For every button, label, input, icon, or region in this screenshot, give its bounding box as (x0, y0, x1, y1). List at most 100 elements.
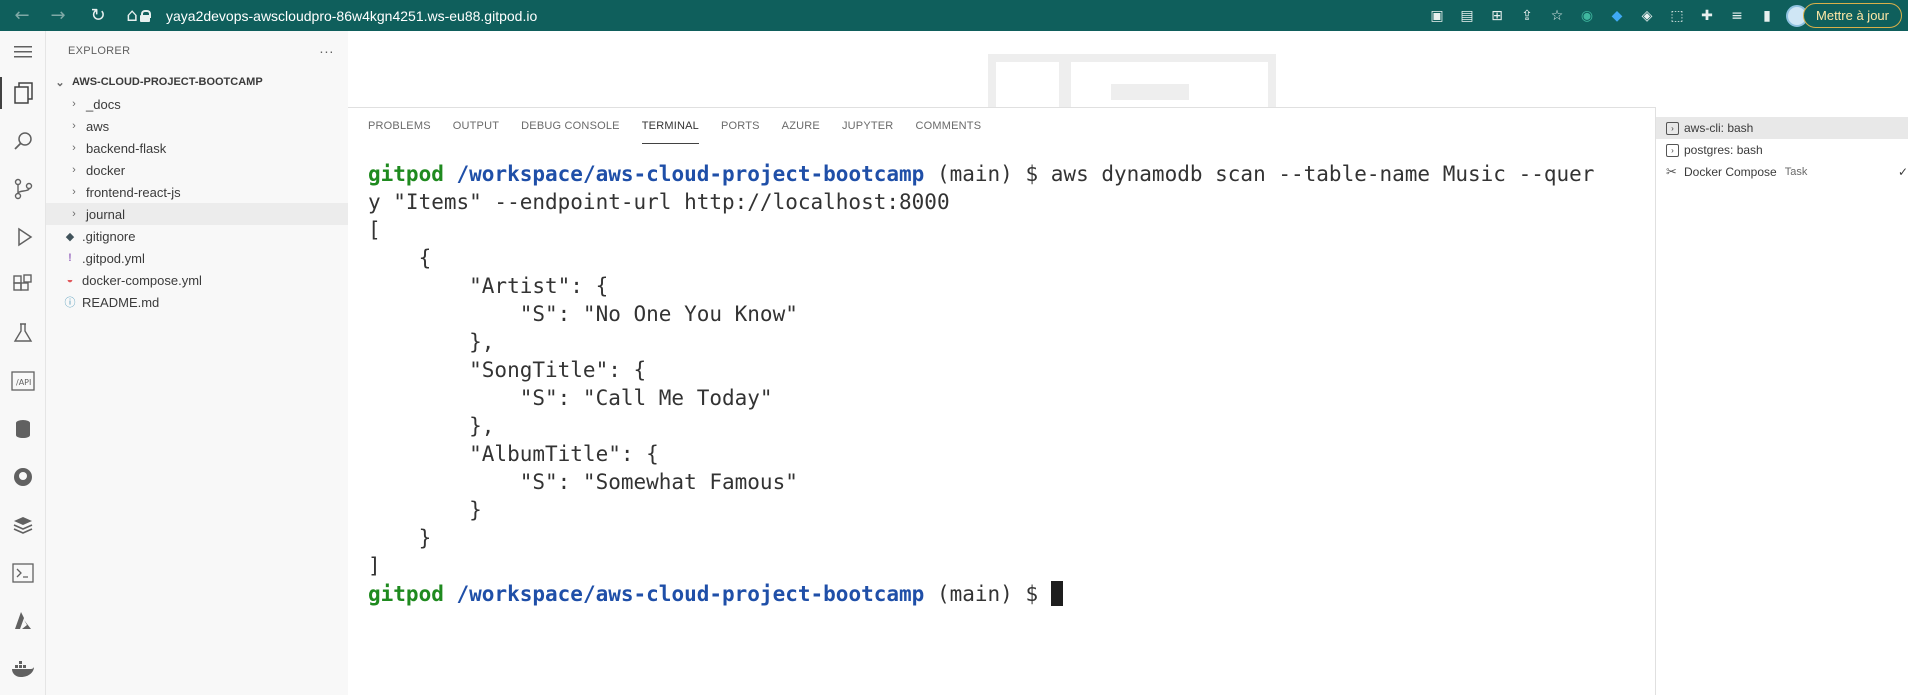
layers-icon[interactable] (7, 509, 39, 541)
workspace-root[interactable]: ⌄ AWS-CLOUD-PROJECT-BOOTCAMP (46, 71, 348, 93)
tree-folder[interactable]: › backend-flask (46, 137, 348, 159)
terminal-tab-docker-compose[interactable]: ✂ Docker Compose Task ✓ (1656, 161, 1908, 183)
tree-folder[interactable]: › journal (46, 203, 348, 225)
tab-jupyter[interactable]: JUPYTER (842, 108, 894, 144)
tree-item-label: docker-compose.yml (82, 272, 202, 288)
browser-toolbar: ← → ↻ ⌂ yaya2devops-awscloudpro-86w4kgn4… (0, 0, 1908, 31)
gitpod-watermark (988, 54, 1276, 107)
git-icon: ◆ (65, 230, 75, 243)
tab-debug-console[interactable]: DEBUG CONSOLE (521, 108, 620, 144)
terminal-tab-label: Docker Compose (1684, 165, 1777, 179)
tree-item-label: frontend-react-js (86, 184, 181, 200)
chevron-right-icon: › (72, 164, 76, 176)
azure-icon[interactable] (7, 605, 39, 637)
search-icon[interactable] (7, 125, 39, 157)
terminal-icon: › (1666, 143, 1679, 157)
terminal-cursor (1050, 581, 1063, 606)
tree-file[interactable]: ◒ docker-compose.yml (46, 269, 348, 291)
tab-problems[interactable]: PROBLEMS (368, 108, 431, 144)
prompt-branch: (main) $ (936, 582, 1039, 606)
testing-flask-icon[interactable] (7, 317, 39, 349)
lock-icon (140, 9, 151, 22)
tree-item-label: _docs (86, 96, 121, 112)
translate-icon[interactable]: ⊞ (1486, 5, 1508, 27)
info-icon: ⓘ (64, 297, 76, 309)
output-line: "Artist": { (368, 274, 609, 298)
prompt-user: gitpod (368, 162, 444, 186)
terminal-tab-aws-cli[interactable]: › aws-cli: bash (1656, 117, 1908, 139)
share-icon[interactable]: ⇪ (1516, 5, 1538, 27)
tab-comments[interactable]: COMMENTS (915, 108, 981, 144)
url-text[interactable]: yaya2devops-awscloudpro-86w4kgn4251.ws-e… (166, 8, 537, 24)
api-icon[interactable]: /API (7, 365, 39, 397)
more-actions-icon[interactable]: ··· (319, 43, 334, 59)
clipboard-icon[interactable]: ▤ (1456, 5, 1478, 27)
output-line: "AlbumTitle": { (368, 442, 659, 466)
menu-icon[interactable] (7, 36, 39, 68)
tree-folder[interactable]: › _docs (46, 93, 348, 115)
puzzle-icon[interactable]: ✚ (1696, 5, 1718, 27)
terminal-icon: › (1666, 121, 1679, 135)
terminal-icon[interactable] (7, 557, 39, 589)
tree-folder[interactable]: › docker (46, 159, 348, 181)
forward-icon[interactable]: → (44, 2, 72, 30)
extension-icon[interactable]: ◈ (1636, 5, 1658, 27)
command-text: aws dynamodb scan --table-name Music --q… (1050, 162, 1595, 186)
explorer-title: EXPLORER (68, 45, 131, 57)
command-text: y "Items" --endpoint-url http://localhos… (368, 190, 950, 214)
output-line: "S": "Call Me Today" (368, 386, 773, 410)
terminal-tab-postgres[interactable]: › postgres: bash (1656, 139, 1908, 161)
tree-item-label: README.md (82, 294, 160, 310)
prompt-user: gitpod (368, 582, 444, 606)
tree-file[interactable]: ◆ .gitignore (46, 225, 348, 247)
output-line: } (368, 526, 432, 550)
activity-bar: /API (0, 31, 46, 695)
database-icon[interactable] (7, 413, 39, 445)
chevron-right-icon: › (72, 142, 76, 154)
bookmark-star-icon[interactable]: ☆ (1546, 5, 1568, 27)
tab-azure[interactable]: AZURE (782, 108, 820, 144)
tree-item-label: journal (86, 206, 126, 222)
tools-icon: ✂ (1666, 164, 1677, 179)
screenshot-icon[interactable]: ⬚ (1666, 5, 1688, 27)
explorer-sidebar: EXPLORER ··· ⌄ AWS-CLOUD-PROJECT-BOOTCAM… (46, 31, 348, 695)
source-control-icon[interactable] (7, 173, 39, 205)
extension-icon[interactable]: ◉ (1576, 5, 1598, 27)
yaml-icon: ! (68, 252, 72, 264)
tab-output[interactable]: OUTPUT (453, 108, 499, 144)
tree-file[interactable]: ⓘ README.md (46, 291, 348, 313)
tab-terminal[interactable]: TERMINAL (641, 108, 699, 144)
prompt-path: /workspace/aws-cloud-project-bootcamp (456, 582, 925, 606)
tree-folder[interactable]: › frontend-react-js (46, 181, 348, 203)
tree-file[interactable]: ! .gitpod.yml (46, 247, 348, 269)
reload-icon[interactable]: ↻ (84, 2, 112, 30)
tree-item-label: .gitignore (82, 228, 136, 244)
output-line: ] (368, 554, 381, 578)
output-line: }, (368, 330, 495, 354)
docker-icon[interactable] (7, 653, 39, 685)
reading-list-icon[interactable]: ≡ (1726, 5, 1748, 27)
tree-folder[interactable]: › aws (46, 115, 348, 137)
output-line: "S": "No One You Know" (368, 302, 798, 326)
github-icon[interactable] (7, 461, 39, 493)
extension-icon[interactable]: ◆ (1606, 5, 1628, 27)
output-line: { (368, 246, 432, 270)
chevron-down-icon: ⌄ (55, 76, 65, 89)
tab-ports[interactable]: PORTS (721, 108, 760, 144)
address-bar[interactable]: yaya2devops-awscloudpro-86w4kgn4251.ws-e… (140, 4, 537, 27)
svg-text:/API: /API (16, 378, 31, 387)
run-debug-icon[interactable] (7, 221, 39, 253)
update-button[interactable]: Mettre à jour (1803, 3, 1902, 28)
chevron-right-icon: › (72, 98, 76, 110)
extensions-icon[interactable] (7, 269, 39, 301)
explorer-icon[interactable] (0, 77, 46, 109)
back-icon[interactable]: ← (8, 2, 36, 30)
cast-icon[interactable]: ▣ (1426, 5, 1448, 27)
task-label: Task (1784, 166, 1808, 178)
chevron-right-icon: › (72, 186, 76, 198)
chevron-right-icon: › (72, 120, 76, 132)
output-line: "SongTitle": { (368, 358, 647, 382)
editor-area (348, 31, 1908, 107)
output-line: "S": "Somewhat Famous" (368, 470, 798, 494)
side-panel-icon[interactable]: ▮ (1756, 5, 1778, 27)
